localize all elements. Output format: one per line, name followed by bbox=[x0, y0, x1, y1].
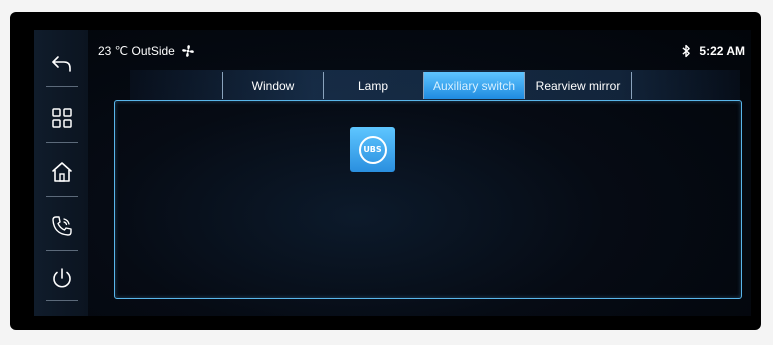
ubs-icon: UBS bbox=[358, 135, 387, 164]
power-icon bbox=[53, 268, 71, 288]
content-panel bbox=[114, 100, 742, 299]
ubs-label: UBS bbox=[363, 145, 382, 154]
sidebar-divider bbox=[46, 86, 78, 87]
outside-temperature: 23 ℃ OutSide bbox=[98, 44, 195, 58]
ubs-toggle-button[interactable]: UBS bbox=[350, 127, 395, 172]
home-icon bbox=[52, 162, 72, 182]
tab-label: Auxiliary switch bbox=[432, 78, 516, 93]
tab-label: Lamp bbox=[357, 78, 389, 93]
bluetooth-icon bbox=[682, 44, 691, 58]
tab-rearview-mirror[interactable]: Rearview mirror bbox=[525, 72, 632, 99]
tab-label: Rearview mirror bbox=[535, 78, 621, 93]
clock: 5:22 AM bbox=[699, 44, 745, 58]
phone-icon bbox=[52, 216, 72, 236]
sidebar-divider bbox=[46, 142, 78, 143]
sidebar-divider bbox=[46, 300, 78, 301]
grid-icon bbox=[52, 108, 72, 128]
tab-lamp[interactable]: Lamp bbox=[323, 72, 424, 99]
fan-icon bbox=[182, 45, 194, 57]
back-arrow-icon bbox=[52, 56, 71, 72]
tab-window[interactable]: Window bbox=[222, 72, 324, 99]
temperature-label: 23 ℃ OutSide bbox=[98, 44, 175, 58]
apps-button[interactable] bbox=[42, 98, 82, 138]
home-button[interactable] bbox=[42, 152, 82, 192]
phone-button[interactable] bbox=[42, 206, 82, 246]
sidebar-divider bbox=[46, 196, 78, 197]
back-button[interactable] bbox=[42, 44, 82, 84]
tab-label: Window bbox=[251, 78, 295, 93]
tab-auxiliary-switch[interactable]: Auxiliary switch bbox=[424, 72, 525, 99]
sidebar bbox=[34, 30, 88, 316]
status-right: 5:22 AM bbox=[681, 44, 745, 58]
sidebar-divider bbox=[46, 250, 78, 251]
power-button[interactable] bbox=[42, 258, 82, 298]
